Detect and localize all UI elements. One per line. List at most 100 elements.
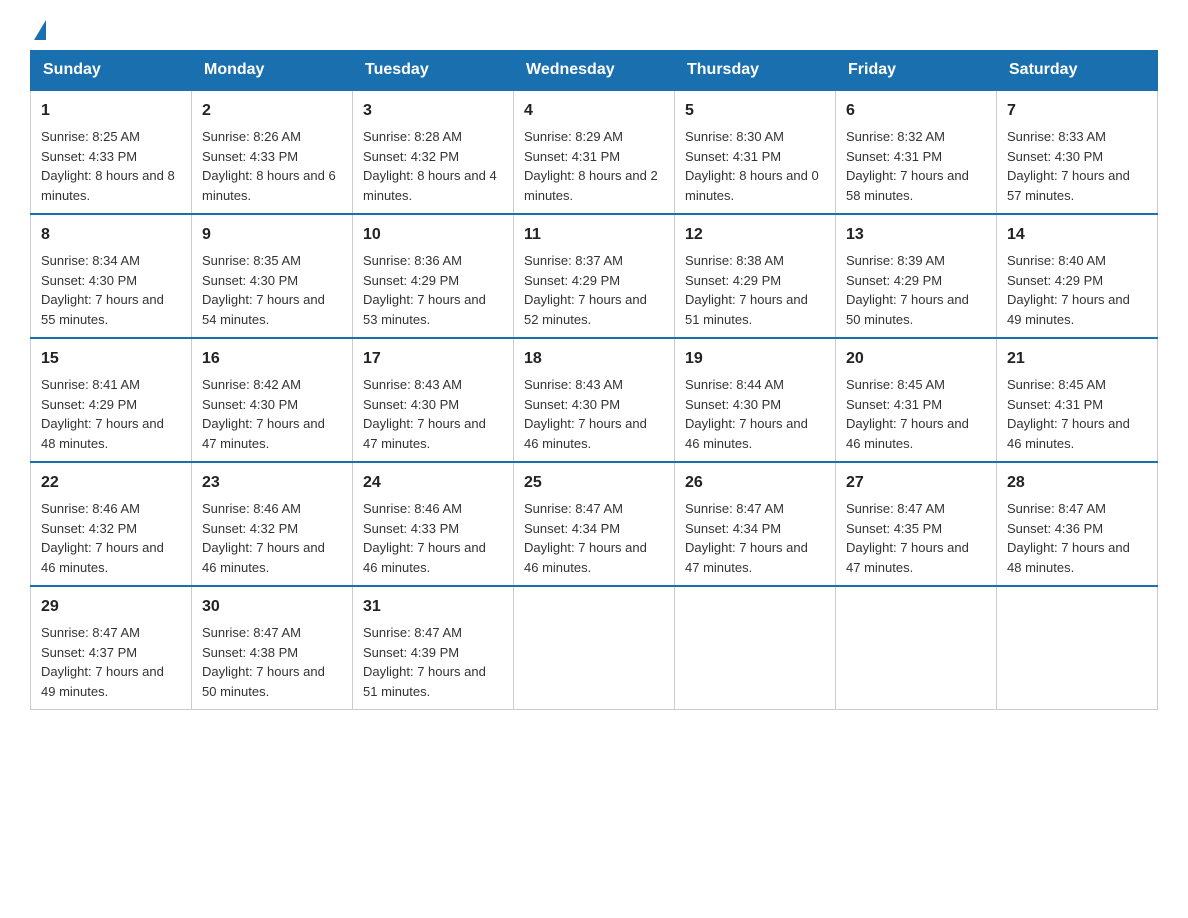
day-daylight: Daylight: 7 hours and 49 minutes. [41, 664, 164, 699]
calendar-day-13: 13 Sunrise: 8:39 AM Sunset: 4:29 PM Dayl… [836, 214, 997, 338]
day-daylight: Daylight: 8 hours and 2 minutes. [524, 168, 658, 203]
day-number: 17 [363, 347, 503, 371]
day-sunrise: Sunrise: 8:32 AM [846, 129, 945, 144]
calendar-day-28: 28 Sunrise: 8:47 AM Sunset: 4:36 PM Dayl… [997, 462, 1158, 586]
day-number: 21 [1007, 347, 1147, 371]
day-daylight: Daylight: 7 hours and 47 minutes. [363, 416, 486, 451]
day-daylight: Daylight: 7 hours and 52 minutes. [524, 292, 647, 327]
calendar-empty-cell [836, 586, 997, 710]
day-sunrise: Sunrise: 8:43 AM [524, 377, 623, 392]
calendar-day-9: 9 Sunrise: 8:35 AM Sunset: 4:30 PM Dayli… [192, 214, 353, 338]
day-sunset: Sunset: 4:29 PM [41, 397, 137, 412]
day-number: 2 [202, 99, 342, 123]
day-sunset: Sunset: 4:29 PM [524, 273, 620, 288]
day-sunset: Sunset: 4:31 PM [524, 149, 620, 164]
header-sunday: Sunday [31, 51, 192, 91]
calendar-day-19: 19 Sunrise: 8:44 AM Sunset: 4:30 PM Dayl… [675, 338, 836, 462]
header-wednesday: Wednesday [514, 51, 675, 91]
day-sunrise: Sunrise: 8:47 AM [524, 501, 623, 516]
day-number: 22 [41, 471, 181, 495]
calendar-empty-cell [675, 586, 836, 710]
calendar-day-1: 1 Sunrise: 8:25 AM Sunset: 4:33 PM Dayli… [31, 90, 192, 214]
calendar-week-row-2: 8 Sunrise: 8:34 AM Sunset: 4:30 PM Dayli… [31, 214, 1158, 338]
day-sunrise: Sunrise: 8:35 AM [202, 253, 301, 268]
day-sunrise: Sunrise: 8:47 AM [846, 501, 945, 516]
header-monday: Monday [192, 51, 353, 91]
day-sunset: Sunset: 4:31 PM [685, 149, 781, 164]
day-daylight: Daylight: 7 hours and 51 minutes. [363, 664, 486, 699]
day-sunset: Sunset: 4:34 PM [524, 521, 620, 536]
day-number: 19 [685, 347, 825, 371]
header-saturday: Saturday [997, 51, 1158, 91]
day-number: 13 [846, 223, 986, 247]
day-number: 26 [685, 471, 825, 495]
day-sunrise: Sunrise: 8:37 AM [524, 253, 623, 268]
calendar-day-12: 12 Sunrise: 8:38 AM Sunset: 4:29 PM Dayl… [675, 214, 836, 338]
day-number: 24 [363, 471, 503, 495]
day-sunset: Sunset: 4:30 PM [202, 273, 298, 288]
calendar-day-20: 20 Sunrise: 8:45 AM Sunset: 4:31 PM Dayl… [836, 338, 997, 462]
day-sunrise: Sunrise: 8:44 AM [685, 377, 784, 392]
day-sunset: Sunset: 4:39 PM [363, 645, 459, 660]
day-number: 12 [685, 223, 825, 247]
day-daylight: Daylight: 8 hours and 8 minutes. [41, 168, 175, 203]
day-number: 18 [524, 347, 664, 371]
calendar-day-15: 15 Sunrise: 8:41 AM Sunset: 4:29 PM Dayl… [31, 338, 192, 462]
day-sunrise: Sunrise: 8:33 AM [1007, 129, 1106, 144]
header-tuesday: Tuesday [353, 51, 514, 91]
day-sunrise: Sunrise: 8:47 AM [41, 625, 140, 640]
day-sunset: Sunset: 4:33 PM [202, 149, 298, 164]
day-daylight: Daylight: 7 hours and 49 minutes. [1007, 292, 1130, 327]
calendar-day-16: 16 Sunrise: 8:42 AM Sunset: 4:30 PM Dayl… [192, 338, 353, 462]
day-sunrise: Sunrise: 8:45 AM [846, 377, 945, 392]
calendar-day-8: 8 Sunrise: 8:34 AM Sunset: 4:30 PM Dayli… [31, 214, 192, 338]
calendar-day-29: 29 Sunrise: 8:47 AM Sunset: 4:37 PM Dayl… [31, 586, 192, 710]
day-sunset: Sunset: 4:29 PM [1007, 273, 1103, 288]
day-number: 9 [202, 223, 342, 247]
day-daylight: Daylight: 8 hours and 0 minutes. [685, 168, 819, 203]
day-daylight: Daylight: 8 hours and 6 minutes. [202, 168, 336, 203]
calendar-day-3: 3 Sunrise: 8:28 AM Sunset: 4:32 PM Dayli… [353, 90, 514, 214]
day-daylight: Daylight: 7 hours and 53 minutes. [363, 292, 486, 327]
calendar-day-21: 21 Sunrise: 8:45 AM Sunset: 4:31 PM Dayl… [997, 338, 1158, 462]
day-sunrise: Sunrise: 8:43 AM [363, 377, 462, 392]
day-sunrise: Sunrise: 8:34 AM [41, 253, 140, 268]
calendar-table: Sunday Monday Tuesday Wednesday Thursday… [30, 50, 1158, 710]
logo-triangle-icon [34, 20, 46, 40]
day-sunrise: Sunrise: 8:45 AM [1007, 377, 1106, 392]
day-sunrise: Sunrise: 8:40 AM [1007, 253, 1106, 268]
day-sunset: Sunset: 4:30 PM [1007, 149, 1103, 164]
calendar-day-27: 27 Sunrise: 8:47 AM Sunset: 4:35 PM Dayl… [836, 462, 997, 586]
day-sunset: Sunset: 4:29 PM [363, 273, 459, 288]
day-sunrise: Sunrise: 8:41 AM [41, 377, 140, 392]
day-daylight: Daylight: 7 hours and 50 minutes. [202, 664, 325, 699]
day-daylight: Daylight: 7 hours and 55 minutes. [41, 292, 164, 327]
day-number: 5 [685, 99, 825, 123]
calendar-day-26: 26 Sunrise: 8:47 AM Sunset: 4:34 PM Dayl… [675, 462, 836, 586]
day-sunset: Sunset: 4:30 PM [363, 397, 459, 412]
day-daylight: Daylight: 7 hours and 47 minutes. [685, 540, 808, 575]
day-sunset: Sunset: 4:29 PM [685, 273, 781, 288]
day-daylight: Daylight: 7 hours and 46 minutes. [363, 540, 486, 575]
day-daylight: Daylight: 7 hours and 46 minutes. [524, 416, 647, 451]
day-sunset: Sunset: 4:30 PM [685, 397, 781, 412]
day-sunrise: Sunrise: 8:46 AM [41, 501, 140, 516]
day-sunset: Sunset: 4:33 PM [41, 149, 137, 164]
day-daylight: Daylight: 7 hours and 51 minutes. [685, 292, 808, 327]
calendar-day-30: 30 Sunrise: 8:47 AM Sunset: 4:38 PM Dayl… [192, 586, 353, 710]
day-daylight: Daylight: 7 hours and 46 minutes. [202, 540, 325, 575]
calendar-week-row-1: 1 Sunrise: 8:25 AM Sunset: 4:33 PM Dayli… [31, 90, 1158, 214]
day-sunset: Sunset: 4:30 PM [202, 397, 298, 412]
day-sunset: Sunset: 4:37 PM [41, 645, 137, 660]
day-sunset: Sunset: 4:32 PM [363, 149, 459, 164]
day-number: 16 [202, 347, 342, 371]
day-number: 3 [363, 99, 503, 123]
day-sunset: Sunset: 4:34 PM [685, 521, 781, 536]
day-number: 14 [1007, 223, 1147, 247]
calendar-day-2: 2 Sunrise: 8:26 AM Sunset: 4:33 PM Dayli… [192, 90, 353, 214]
day-number: 4 [524, 99, 664, 123]
day-daylight: Daylight: 7 hours and 48 minutes. [41, 416, 164, 451]
day-daylight: Daylight: 7 hours and 57 minutes. [1007, 168, 1130, 203]
calendar-header-row: Sunday Monday Tuesday Wednesday Thursday… [31, 51, 1158, 91]
day-daylight: Daylight: 8 hours and 4 minutes. [363, 168, 497, 203]
